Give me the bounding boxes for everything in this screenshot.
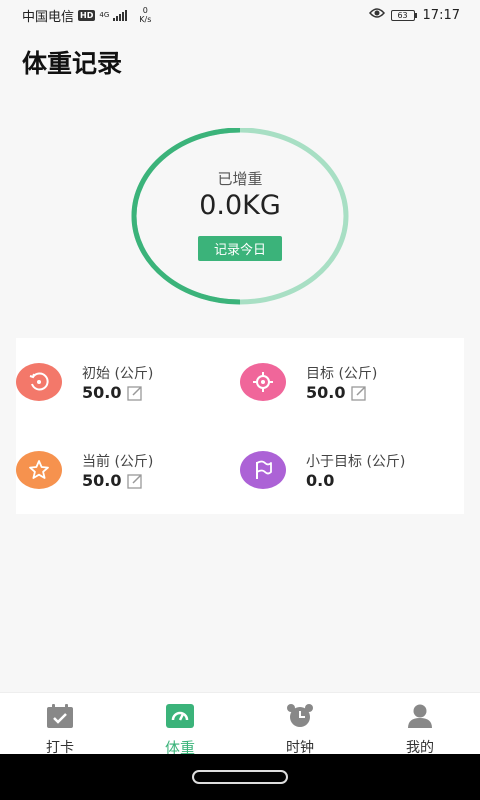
record-today-button[interactable]: 记录今日: [198, 236, 282, 261]
current-weight-stat: 当前 (公斤) 50.0: [16, 426, 240, 514]
target-weight-value: 50.0: [306, 383, 346, 402]
target-weight-stat: 目标 (公斤) 50.0: [240, 338, 464, 426]
signal-icon: [113, 9, 128, 21]
star-icon: [16, 451, 62, 489]
person-icon: [405, 703, 435, 733]
clock-time: 17:17: [422, 7, 460, 23]
edit-initial-icon[interactable]: [127, 385, 143, 401]
initial-weight-label: 初始 (公斤): [82, 366, 154, 382]
page-title: 体重记录: [22, 49, 123, 78]
battery-icon: 63: [390, 9, 417, 21]
current-weight-value: 50.0: [82, 471, 122, 490]
alarm-clock-icon: [285, 703, 315, 733]
network-type: 4G: [99, 11, 110, 19]
edit-target-icon[interactable]: [351, 385, 367, 401]
network-speed-value: 0: [142, 6, 148, 15]
weight-progress-ring: 已增重 0.0KG 记录今日: [130, 128, 350, 308]
below-target-value: 0.0: [306, 471, 335, 490]
below-target-label: 小于目标 (公斤): [306, 454, 406, 470]
carrier-name: 中国电信: [22, 9, 75, 25]
tab-checkin[interactable]: 打卡: [0, 693, 120, 756]
initial-weight-stat: 初始 (公斤) 50.0: [16, 338, 240, 426]
battery-level: 63: [390, 9, 415, 21]
current-weight-label: 当前 (公斤): [82, 454, 154, 470]
calendar-check-icon: [45, 703, 75, 733]
edit-current-icon[interactable]: [127, 473, 143, 489]
network-speed-unit: K/s: [139, 15, 152, 24]
hd-badge: HD: [78, 9, 96, 21]
tab-clock[interactable]: 时钟: [240, 693, 360, 756]
home-gesture-bar[interactable]: [192, 770, 288, 784]
tab-profile[interactable]: 我的: [360, 693, 480, 756]
bottom-tab-bar: 打卡 体重 时钟 我的: [0, 692, 480, 757]
target-weight-label: 目标 (公斤): [306, 366, 378, 382]
tab-weight[interactable]: 体重: [120, 693, 240, 757]
below-target-stat: 小于目标 (公斤) 0.0: [240, 426, 464, 514]
network-speed: 0 K/s: [139, 6, 151, 24]
scale-icon: [165, 703, 195, 733]
gained-weight-label: 已增重: [217, 170, 263, 188]
undo-icon: [16, 363, 62, 401]
target-icon: [240, 363, 286, 401]
flag-icon: [240, 451, 286, 489]
gained-weight-value: 0.0KG: [199, 190, 281, 221]
weight-stats-card: 初始 (公斤) 50.0 目标 (公斤) 50.0 当前 (公斤) 50.0 小…: [16, 338, 464, 514]
initial-weight-value: 50.0: [82, 383, 122, 402]
status-bar: 中国电信 HD 4G 0 K/s 63 17:17: [0, 0, 480, 30]
system-navigation-bar: [0, 754, 480, 800]
eye-icon: [368, 7, 385, 23]
